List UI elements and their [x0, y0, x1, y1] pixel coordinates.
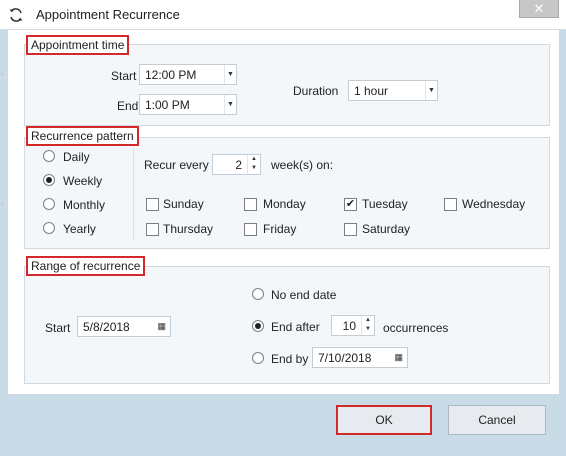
daily-radio[interactable] [43, 150, 55, 162]
recurrence-pattern-group: Daily Weekly Monthly Yearly Recur every … [24, 137, 550, 249]
daily-label: Daily [63, 150, 90, 164]
dialog-body: Start 12:00 PM ▼ End 1:00 PM ▼ Duration … [8, 30, 559, 394]
window-title: Appointment Recurrence [36, 7, 180, 22]
calendar-icon[interactable]: ▦ [394, 352, 403, 363]
end-after-radio[interactable] [252, 320, 264, 332]
occurrences-label: occurrences [383, 321, 449, 335]
recur-every-suffix: week(s) on: [271, 158, 334, 172]
spin-up-icon[interactable]: ▲ [248, 155, 260, 164]
range-start-date-input[interactable]: 5/8/2018 ▦ [77, 316, 171, 337]
recurrence-pattern-title: Recurrence pattern [26, 126, 139, 146]
appointment-recurrence-dialog: Appointment Recurrence ✕ ◦ ◦ Start 12:00… [0, 0, 566, 456]
wednesday-checkbox[interactable] [444, 198, 457, 211]
chevron-down-icon: ▼ [224, 65, 236, 84]
friday-label: Friday [263, 222, 297, 236]
monday-checkbox[interactable] [244, 198, 257, 211]
thursday-label: Thursday [163, 222, 214, 236]
start-time-label: Start [111, 69, 137, 83]
duration-dropdown[interactable]: 1 hour ▼ [348, 80, 438, 101]
end-by-radio[interactable] [252, 352, 264, 364]
range-of-recurrence-title: Range of recurrence [26, 256, 146, 276]
no-end-date-label: No end date [271, 288, 337, 302]
spin-buttons: ▲ ▼ [361, 316, 374, 335]
weekly-label: Weekly [63, 174, 103, 188]
left-edge-mark: ◦ [1, 200, 4, 209]
range-start-label: Start [45, 321, 71, 335]
duration-value: 1 hour [354, 84, 389, 98]
chevron-down-icon: ▼ [224, 95, 236, 114]
end-time-value: 1:00 PM [145, 98, 190, 112]
yearly-label: Yearly [63, 222, 96, 236]
monday-label: Monday [263, 197, 306, 211]
calendar-icon[interactable]: ▦ [157, 321, 166, 332]
left-edge-mark: ◦ [1, 70, 4, 79]
checkmark-icon: ✔ [345, 198, 356, 210]
end-by-label: End by [271, 352, 309, 366]
monthly-radio[interactable] [43, 198, 55, 210]
recurrence-cycle-icon [8, 7, 24, 23]
spin-up-icon[interactable]: ▲ [362, 316, 374, 325]
end-after-value: 10 [342, 319, 356, 333]
start-time-value: 12:00 PM [145, 68, 197, 82]
end-by-date-value: 7/10/2018 [318, 351, 372, 365]
appointment-time-title: Appointment time [26, 35, 130, 55]
spin-buttons: ▲ ▼ [247, 155, 260, 174]
tuesday-checkbox[interactable]: ✔ [344, 198, 357, 211]
cancel-button[interactable]: Cancel [448, 405, 546, 435]
recur-every-stepper[interactable]: 2 ▲ ▼ [212, 154, 261, 175]
friday-checkbox[interactable] [244, 223, 257, 236]
saturday-checkbox[interactable] [344, 223, 357, 236]
recur-every-label: Recur every [144, 158, 209, 172]
range-start-date-value: 5/8/2018 [83, 320, 130, 334]
close-icon: ✕ [533, 1, 545, 16]
end-after-label: End after [271, 320, 320, 334]
title-bar: Appointment Recurrence ✕ [0, 0, 566, 30]
monthly-label: Monthly [63, 198, 106, 212]
close-button[interactable]: ✕ [519, 0, 559, 18]
wednesday-label: Wednesday [462, 197, 526, 211]
yearly-radio[interactable] [43, 222, 55, 234]
range-of-recurrence-group: Start 5/8/2018 ▦ No end date End after 1… [24, 266, 550, 384]
saturday-label: Saturday [362, 222, 411, 236]
sunday-checkbox[interactable] [146, 198, 159, 211]
tuesday-label: Tuesday [362, 197, 408, 211]
chevron-down-icon: ▼ [425, 81, 437, 100]
spin-down-icon[interactable]: ▼ [362, 325, 374, 334]
start-time-dropdown[interactable]: 12:00 PM ▼ [139, 64, 237, 85]
duration-label: Duration [293, 84, 339, 98]
sunday-label: Sunday [163, 197, 204, 211]
spin-down-icon[interactable]: ▼ [248, 164, 260, 173]
end-by-date-input[interactable]: 7/10/2018 ▦ [312, 347, 408, 368]
ok-button[interactable]: OK [336, 405, 432, 435]
pattern-divider [133, 148, 134, 240]
weekly-radio[interactable] [43, 174, 55, 186]
end-after-stepper[interactable]: 10 ▲ ▼ [331, 315, 375, 336]
thursday-checkbox[interactable] [146, 223, 159, 236]
end-time-dropdown[interactable]: 1:00 PM ▼ [139, 94, 237, 115]
end-time-label: End [117, 99, 139, 113]
no-end-date-radio[interactable] [252, 288, 264, 300]
appointment-time-group: Start 12:00 PM ▼ End 1:00 PM ▼ Duration … [24, 44, 550, 126]
recur-every-value: 2 [235, 158, 242, 172]
